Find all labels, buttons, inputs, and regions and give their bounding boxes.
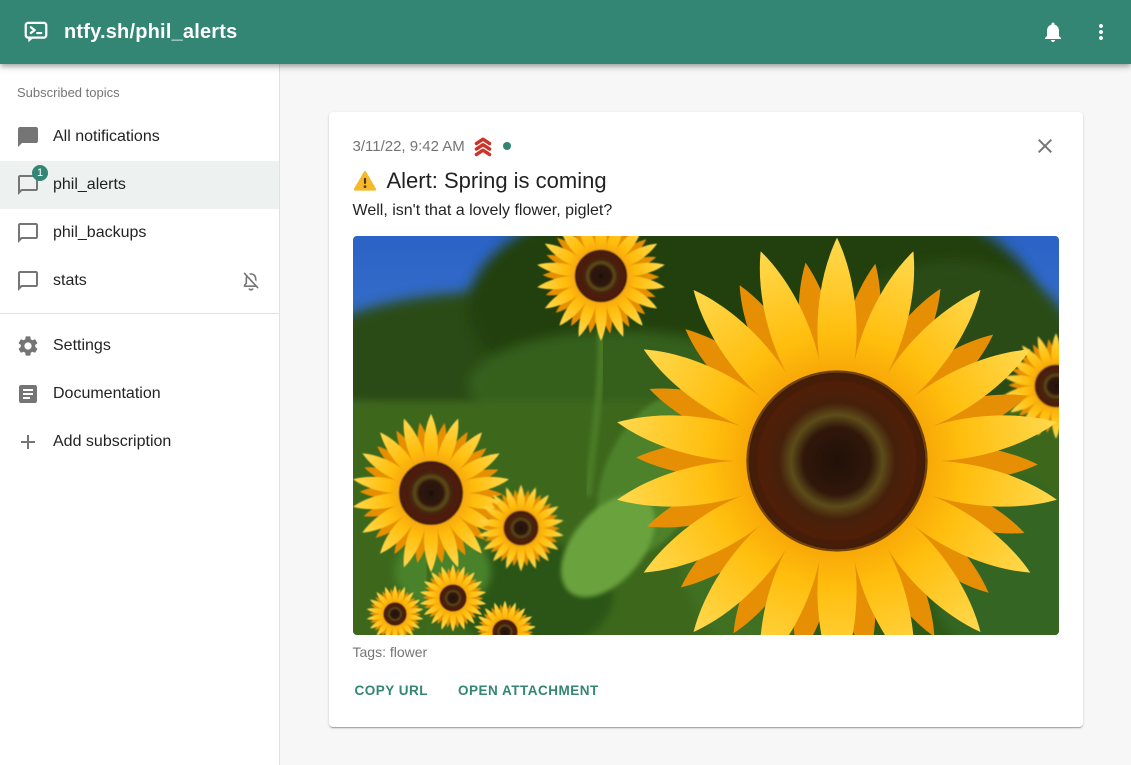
chat-bubble-outline-icon <box>16 269 40 293</box>
ntfy-logo-icon <box>22 18 50 46</box>
priority-max-icon <box>471 134 495 158</box>
sidebar-item-settings[interactable]: Settings <box>0 322 279 370</box>
unread-count-badge: 1 <box>32 165 48 181</box>
warning-emoji-icon <box>353 169 377 193</box>
notification-header: 3/11/22, 9:42 AM <box>353 134 1059 158</box>
sidebar-item-label: phil_alerts <box>53 176 126 194</box>
sidebar-item-label: Settings <box>53 337 111 355</box>
article-icon <box>16 382 40 406</box>
bell-icon <box>1041 20 1065 44</box>
attachment-image[interactable] <box>353 236 1059 635</box>
main-content: 3/11/22, 9:42 AM Alert: <box>280 64 1131 765</box>
notification-timestamp: 3/11/22, 9:42 AM <box>353 138 465 155</box>
sidebar-item-label: Add subscription <box>53 433 171 451</box>
open-attachment-button[interactable]: OPEN ATTACHMENT <box>456 675 601 705</box>
close-icon <box>1033 134 1057 158</box>
kebab-menu-icon <box>1089 20 1113 44</box>
sidebar-divider <box>0 313 279 314</box>
app-bar: ntfy.sh/phil_alerts <box>0 0 1131 64</box>
sidebar-item-label: stats <box>53 272 87 290</box>
notification-title-text: Alert: Spring is coming <box>387 166 607 196</box>
chat-bubble-filled-icon <box>16 125 40 149</box>
notification-card: 3/11/22, 9:42 AM Alert: <box>329 112 1083 727</box>
unread-dot <box>503 142 511 150</box>
chat-bubble-outline-icon: 1 <box>16 173 40 197</box>
notification-actions: COPY URL OPEN ATTACHMENT <box>353 675 1059 705</box>
close-notification-button[interactable] <box>1031 132 1059 160</box>
sidebar-item-stats[interactable]: stats <box>0 257 279 305</box>
sidebar-item-label: Documentation <box>53 385 161 403</box>
notifications-bell-button[interactable] <box>1029 8 1077 56</box>
chat-bubble-outline-icon <box>16 221 40 245</box>
sidebar-item-add-subscription[interactable]: Add subscription <box>0 418 279 466</box>
sidebar-item-phil-alerts[interactable]: 1 phil_alerts <box>0 161 279 209</box>
notification-tags: Tags: flower <box>353 643 1059 661</box>
sidebar-item-label: phil_backups <box>53 224 146 242</box>
sidebar-item-label: All notifications <box>53 128 160 146</box>
sidebar: Subscribed topics All notifications 1 ph… <box>0 64 280 765</box>
overflow-menu-button[interactable] <box>1077 8 1125 56</box>
notification-title: Alert: Spring is coming <box>353 166 1059 196</box>
sidebar-item-phil-backups[interactable]: phil_backups <box>0 209 279 257</box>
subscribed-topics-label: Subscribed topics <box>0 64 279 113</box>
copy-url-button[interactable]: COPY URL <box>353 675 431 705</box>
gear-icon <box>16 334 40 358</box>
app-title: ntfy.sh/phil_alerts <box>64 21 237 44</box>
notification-body: Well, isn't that a lovely flower, piglet… <box>353 200 1059 222</box>
sidebar-item-all-notifications[interactable]: All notifications <box>0 113 279 161</box>
plus-icon <box>16 430 40 454</box>
sidebar-item-documentation[interactable]: Documentation <box>0 370 279 418</box>
bell-muted-icon <box>239 269 263 293</box>
